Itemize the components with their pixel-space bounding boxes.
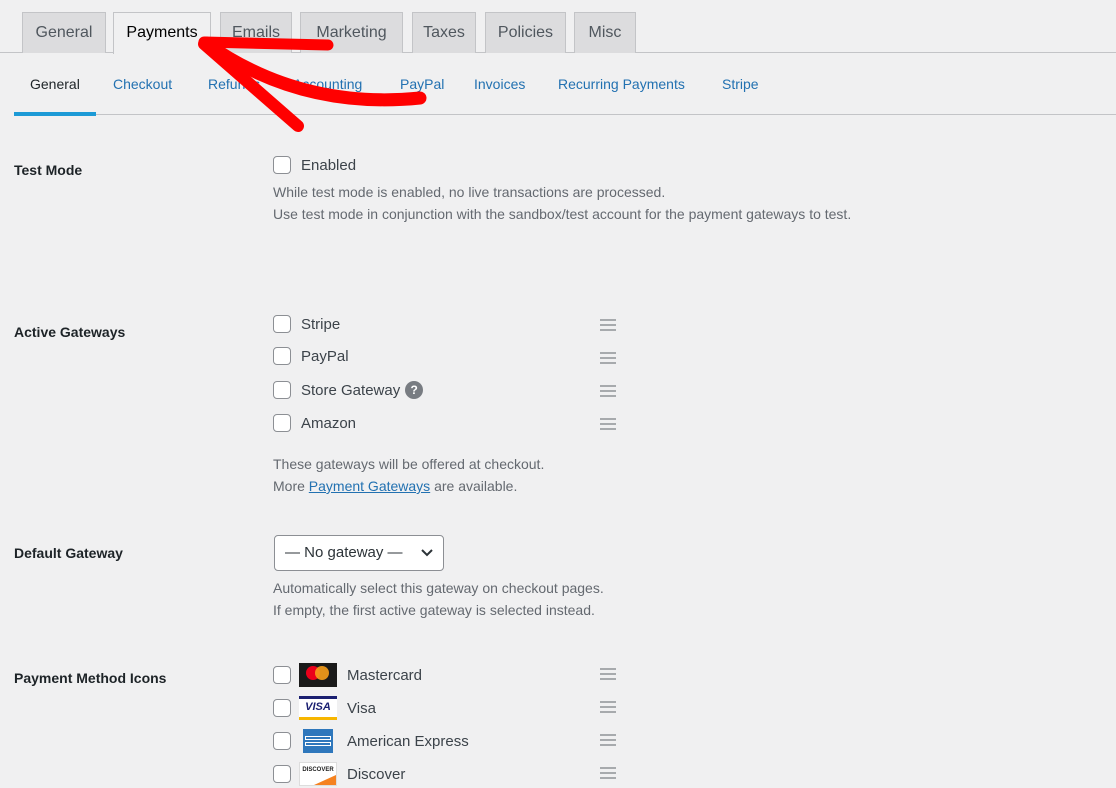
drag-handle-icon[interactable] xyxy=(600,734,616,746)
payment-icon-item: DISCOVER Discover xyxy=(273,760,405,788)
test-mode-description-line2: Use test mode in conjunction with the sa… xyxy=(273,206,852,222)
more-text: More xyxy=(273,478,305,494)
tab-misc[interactable]: Misc xyxy=(574,12,636,53)
visa-checkbox[interactable] xyxy=(273,699,291,717)
american-express-label[interactable]: American Express xyxy=(347,733,469,750)
gateway-store-gateway-checkbox[interactable] xyxy=(273,381,291,399)
discover-icon: DISCOVER xyxy=(299,762,337,786)
subtab-recurring-payments[interactable]: Recurring Payments xyxy=(558,53,685,115)
gateway-store-gateway-label[interactable]: Store Gateway xyxy=(301,382,400,399)
gateway-paypal-checkbox[interactable] xyxy=(273,347,291,365)
payment-method-icons-label: Payment Method Icons xyxy=(14,670,167,686)
tab-emails[interactable]: Emails xyxy=(220,12,292,53)
subtab-stripe[interactable]: Stripe xyxy=(722,53,759,115)
tab-marketing[interactable]: Marketing xyxy=(300,12,403,53)
test-mode-description-line1: While test mode is enabled, no live tran… xyxy=(273,184,666,200)
mastercard-label[interactable]: Mastercard xyxy=(347,667,422,684)
payment-icon-item: American Express xyxy=(273,727,469,755)
default-gateway-label: Default Gateway xyxy=(14,545,123,561)
tab-general[interactable]: General xyxy=(22,12,106,53)
drag-handle-icon[interactable] xyxy=(600,701,616,713)
tab-payments[interactable]: Payments xyxy=(113,12,211,54)
drag-handle-icon[interactable] xyxy=(600,385,616,397)
test-mode-option: Enabled xyxy=(273,154,356,176)
default-gateway-selected-value: — No gateway — xyxy=(285,544,403,561)
active-gateways-description: These gateways will be offered at checko… xyxy=(273,453,544,497)
active-gateways-description-line1: These gateways will be offered at checko… xyxy=(273,456,545,472)
subtab-invoices[interactable]: Invoices xyxy=(474,53,525,115)
help-icon[interactable]: ? xyxy=(405,381,424,399)
test-mode-checkbox[interactable] xyxy=(273,156,291,174)
american-express-checkbox[interactable] xyxy=(273,732,291,750)
gateway-amazon-checkbox[interactable] xyxy=(273,414,291,432)
chevron-down-icon xyxy=(421,536,433,583)
tab-taxes[interactable]: Taxes xyxy=(412,12,476,53)
settings-nav-tabs: General Payments Emails Marketing Taxes … xyxy=(0,0,1116,54)
red-annotation-arrow-icon xyxy=(198,36,427,132)
active-gateways-description-line2: More Payment Gateways are available. xyxy=(273,475,544,497)
discover-checkbox[interactable] xyxy=(273,765,291,783)
payment-icon-item: Mastercard xyxy=(273,661,422,689)
mastercard-icon xyxy=(299,663,337,687)
gateway-paypal-label[interactable]: PayPal xyxy=(301,348,349,365)
subtab-checkout[interactable]: Checkout xyxy=(113,53,172,115)
drag-handle-icon[interactable] xyxy=(600,319,616,331)
drag-handle-icon[interactable] xyxy=(600,418,616,430)
subtab-refunds[interactable]: Refunds xyxy=(208,53,260,115)
subtab-paypal[interactable]: PayPal xyxy=(400,53,444,115)
amex-icon xyxy=(303,729,333,753)
test-mode-label: Test Mode xyxy=(14,162,83,178)
gateway-item: Amazon xyxy=(273,412,356,434)
default-gateway-description: Automatically select this gateway on che… xyxy=(273,577,604,621)
gateway-item: Stripe xyxy=(273,313,340,335)
gateway-item: Store Gateway ? xyxy=(273,379,424,401)
default-gateway-description-line1: Automatically select this gateway on che… xyxy=(273,580,604,596)
gateway-stripe-checkbox[interactable] xyxy=(273,315,291,333)
default-gateway-select[interactable]: — No gateway — xyxy=(274,535,444,571)
mastercard-checkbox[interactable] xyxy=(273,666,291,684)
drag-handle-icon[interactable] xyxy=(600,668,616,680)
payment-icon-item: VISA Visa xyxy=(273,694,376,722)
test-mode-description: While test mode is enabled, no live tran… xyxy=(273,181,851,225)
default-gateway-description-line2: If empty, the first active gateway is se… xyxy=(273,602,595,618)
gateway-amazon-label[interactable]: Amazon xyxy=(301,415,356,432)
test-mode-checkbox-label[interactable]: Enabled xyxy=(301,157,356,174)
payments-sub-tabs: General Checkout Refunds Accounting PayP… xyxy=(14,53,1116,116)
gateway-item: PayPal xyxy=(273,345,349,367)
active-gateways-label: Active Gateways xyxy=(14,324,126,340)
discover-label[interactable]: Discover xyxy=(347,766,405,783)
subtab-general[interactable]: General xyxy=(14,53,96,116)
available-text: are available. xyxy=(434,478,518,494)
visa-icon: VISA xyxy=(299,696,337,720)
subtab-accounting[interactable]: Accounting xyxy=(293,53,362,115)
visa-label[interactable]: Visa xyxy=(347,700,376,717)
tab-policies[interactable]: Policies xyxy=(485,12,566,53)
gateway-stripe-label[interactable]: Stripe xyxy=(301,316,340,333)
drag-handle-icon[interactable] xyxy=(600,767,616,779)
payment-gateways-link[interactable]: Payment Gateways xyxy=(309,478,430,494)
drag-handle-icon[interactable] xyxy=(600,352,616,364)
